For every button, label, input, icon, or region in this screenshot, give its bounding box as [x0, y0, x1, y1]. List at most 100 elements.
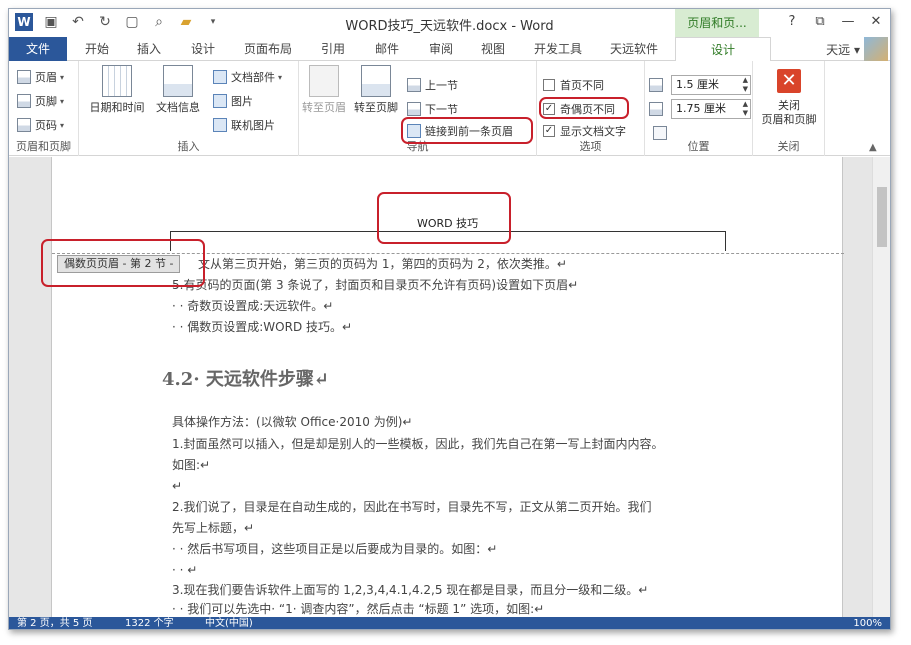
goto-footer-label: 转至页脚 [354, 101, 398, 114]
body-line-5[interactable]: 2.我们说了，目录是在自动生成的，因此在书写时，目录先不写，正文从第二页开始。我… [172, 498, 651, 516]
tab-file[interactable]: 文件 [9, 37, 67, 61]
tab-home[interactable]: 开始 [75, 37, 119, 61]
header-icon [17, 70, 31, 84]
ribbon-display-icon[interactable]: ⧉ [806, 11, 834, 33]
page-number-button[interactable]: 页码 ▾ [17, 115, 64, 135]
status-zoom[interactable]: 100% [853, 617, 882, 629]
doc-info-button[interactable]: 文档信息 [151, 65, 205, 115]
body-line-2[interactable]: 1.封面虽然可以插入，但是却是别人的一些模板，因此，我们先自己在第一写上封面内内… [172, 435, 663, 453]
tab-design-context[interactable]: 设计 [675, 37, 771, 62]
goto-header-label: 转至页眉 [302, 101, 346, 114]
tab-review[interactable]: 审阅 [419, 37, 463, 61]
doc-info-label: 文档信息 [156, 101, 200, 114]
date-time-label: 日期和时间 [89, 101, 145, 114]
status-bar: 第 2 页，共 5 页 1322 个字 中文(中国) 100% [9, 617, 890, 629]
header-position-icon [649, 78, 663, 92]
tab-developer[interactable]: 开发工具 [525, 37, 591, 61]
footer-position-icon [649, 102, 663, 116]
picture-button[interactable]: 图片 [213, 91, 253, 111]
context-tab-title: 页眉和页... [675, 9, 759, 37]
collapse-ribbon-icon[interactable]: ▲ [869, 137, 877, 157]
footer-position-value: 1.75 厘米 [676, 102, 726, 115]
next-section-button[interactable]: 下一节 [407, 99, 458, 119]
group-label: 选项 [579, 140, 602, 153]
show-document-text-label: 显示文档文字 [560, 125, 626, 138]
body-line-10[interactable]: · · 我们可以先选中· “1· 调查内容”，然后点击 “标题 1” 选项，如图… [172, 600, 544, 618]
doc-line-3[interactable]: · · 奇数页设置成:天远软件。↵ [172, 297, 333, 315]
status-page[interactable]: 第 2 页，共 5 页 [17, 617, 92, 629]
ribbon-tabs: 文件 开始 插入 设计 页面布局 引用 邮件 审阅 视图 开发工具 天远软件 设… [9, 37, 890, 62]
body-line-9[interactable]: 3.现在我们要告诉软件上面写的 1,2,3,4,4.1,4.2,5 现在都是目录… [172, 581, 648, 599]
word-window: W ▣ ↶ ↻ ▢ ⌕ ▰ ▾ WORD技巧_天远软件.docx - Word … [8, 8, 891, 630]
status-words[interactable]: 1322 个字 [125, 617, 174, 629]
avatar[interactable] [864, 37, 888, 61]
user-name[interactable]: 天远 ▾ [826, 41, 860, 58]
spinner-arrows-icon[interactable]: ▲ ▼ [743, 100, 748, 118]
footer-icon [17, 94, 31, 108]
tab-references[interactable]: 引用 [311, 37, 355, 61]
header-button[interactable]: 页眉 ▾ [17, 67, 64, 87]
tab-view[interactable]: 视图 [471, 37, 515, 61]
date-time-button[interactable]: 日期和时间 [85, 65, 149, 115]
body-line-7[interactable]: · · 然后书写项目，这些项目正是以后要成为目录的。如图：↵ [172, 540, 497, 558]
goto-footer-button[interactable]: 转至页脚 [351, 65, 401, 115]
quick-parts-label: 文档部件 [231, 71, 275, 84]
calendar-icon [102, 65, 132, 97]
picture-label: 图片 [231, 95, 253, 108]
next-section-icon [407, 102, 421, 116]
body-line-3[interactable]: 如图:↵ [172, 456, 210, 474]
group-label: 关闭 [777, 140, 800, 153]
body-line-8[interactable]: · · ↵ [172, 561, 197, 579]
tab-page-layout[interactable]: 页面布局 [235, 37, 301, 61]
goto-header-button[interactable]: 转至页眉 [299, 65, 349, 115]
body-line-1[interactable]: 具体操作方法：(以微软 Office·2010 为例)↵ [172, 413, 412, 431]
body-line-6[interactable]: 先写上标题，↵ [172, 519, 254, 537]
footer-button[interactable]: 页脚 ▾ [17, 91, 64, 111]
close-window-button[interactable]: ✕ [862, 11, 890, 33]
scrollbar-thumb[interactable] [877, 187, 887, 247]
close-header-footer-button[interactable]: ✕ 关闭 页眉和页脚 [753, 69, 825, 127]
document-area: WORD 技巧 文从第三页开始，第三页的页码为 1，第四的页码为 2，依次类推。… [9, 157, 890, 617]
highlight-odd-even [539, 97, 629, 119]
different-first-page-checkbox[interactable]: 首页不同 [543, 75, 604, 95]
tab-mailings[interactable]: 邮件 [365, 37, 409, 61]
minimize-button[interactable]: — [834, 11, 862, 33]
tab-insert[interactable]: 插入 [127, 37, 171, 61]
status-language[interactable]: 中文(中国) [205, 617, 253, 629]
ribbon: 页眉 ▾ 页脚 ▾ 页码 ▾ 页眉和页脚 日期和时间 文档信息 文档部件 ▾ 图片 联机… [9, 61, 890, 156]
close-label-line1: 关闭 [778, 99, 800, 112]
footer-position-field[interactable]: 1.75 厘米 ▲ ▼ [649, 99, 751, 119]
doc-line-1[interactable]: 文从第三页开始，第三页的页码为 1，第四的页码为 2，依次类推。↵ [198, 255, 567, 273]
section-heading[interactable]: 4.2· 天远软件步骤↵ [162, 365, 329, 391]
previous-section-button[interactable]: 上一节 [407, 75, 458, 95]
goto-header-icon [309, 65, 339, 97]
header-position-input[interactable]: 1.5 厘米 ▲ ▼ [671, 75, 751, 95]
chevron-down-icon: ▾ [60, 72, 65, 82]
highlight-header-text [377, 192, 511, 244]
header-position-field[interactable]: 1.5 厘米 ▲ ▼ [649, 75, 751, 95]
close-label-line2: 页眉和页脚 [761, 113, 817, 126]
header-label: 页眉 [35, 71, 57, 84]
online-picture-label: 联机图片 [231, 119, 275, 132]
chevron-down-icon: ▾ [278, 72, 283, 82]
vertical-scrollbar[interactable] [872, 157, 890, 617]
doc-line-2[interactable]: 5.有页码的页面(第 3 条说了，封面页和目录页不允许有页码)设置如下页眉↵ [172, 276, 578, 294]
tab-design-main[interactable]: 设计 [181, 37, 225, 61]
checkbox-checked-icon: ✓ [543, 125, 555, 137]
spinner-arrows-icon[interactable]: ▲ ▼ [743, 76, 748, 94]
help-button[interactable]: ? [778, 11, 806, 33]
quick-parts-button[interactable]: 文档部件 ▾ [213, 67, 282, 87]
title-bar: W ▣ ↶ ↻ ▢ ⌕ ▰ ▾ WORD技巧_天远软件.docx - Word … [9, 9, 890, 37]
page-number-label: 页码 [35, 119, 57, 132]
header-position-value: 1.5 厘米 [676, 78, 719, 91]
online-picture-button[interactable]: 联机图片 [213, 115, 275, 135]
goto-footer-icon [361, 65, 391, 97]
body-line-4[interactable]: ↵ [172, 477, 182, 495]
highlight-link-to-previous [401, 117, 533, 144]
group-label: 插入 [177, 140, 200, 153]
doc-line-4[interactable]: · · 偶数页设置成:WORD 技巧。↵ [172, 318, 352, 336]
chevron-down-icon: ▾ [60, 96, 65, 106]
footer-position-input[interactable]: 1.75 厘米 ▲ ▼ [671, 99, 751, 119]
tab-tianyuan[interactable]: 天远软件 [601, 37, 667, 61]
different-first-page-label: 首页不同 [560, 79, 604, 92]
